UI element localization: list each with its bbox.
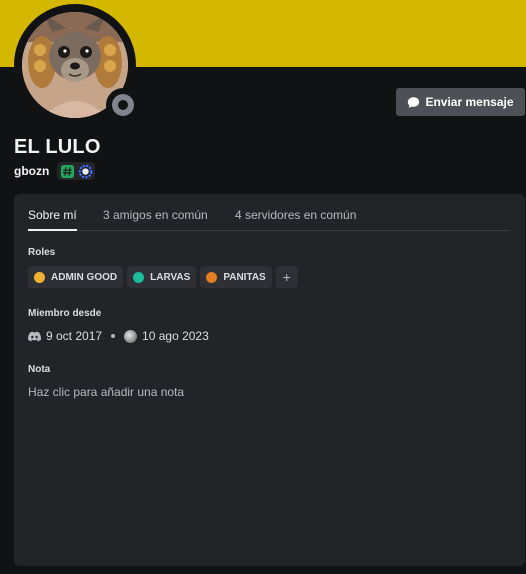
display-name: EL LULO — [14, 136, 101, 158]
speech-bubble-icon — [408, 96, 420, 108]
role-label: PANITAS — [223, 271, 266, 283]
member-since-row: 9 oct 2017 10 ago 2023 — [28, 327, 209, 345]
role-color-dot — [206, 271, 218, 283]
boost-icon — [78, 164, 93, 178]
role-label: LARVAS — [150, 271, 191, 283]
hashtag-icon — [60, 164, 74, 178]
tab-mutual-friends[interactable]: 3 amigos en común — [103, 208, 208, 231]
role-label: ADMIN GOOD — [51, 271, 118, 283]
tab-about-me[interactable]: Sobre mí — [28, 208, 77, 231]
add-role-button[interactable]: + — [275, 266, 298, 288]
send-message-button[interactable]: Enviar mensaje — [396, 88, 525, 116]
username: gbozn — [14, 164, 50, 178]
profile-tabs: Sobre mí 3 amigos en común 4 servidores … — [28, 194, 510, 231]
hashtag-badge[interactable] — [59, 163, 75, 179]
roles-list: ADMIN GOOD LARVAS PANITAS + — [28, 266, 298, 288]
member-since-title: Miembro desde — [28, 308, 102, 319]
note-input[interactable]: Haz clic para añadir una nota — [28, 385, 184, 399]
discord-join-date: 9 oct 2017 — [46, 329, 103, 343]
role-color-dot — [133, 271, 145, 283]
role-larvas[interactable]: LARVAS — [127, 266, 197, 288]
roles-title: Roles — [28, 247, 56, 258]
role-admin-good[interactable]: ADMIN GOOD — [28, 266, 124, 288]
tab-mutual-servers[interactable]: 4 servidores en común — [235, 208, 356, 231]
badge-list — [57, 162, 96, 180]
username-row: gbozn — [14, 162, 96, 180]
nitro-boost-badge[interactable] — [77, 163, 93, 179]
role-color-dot — [34, 271, 45, 283]
avatar-frame — [14, 4, 140, 126]
server-join-date: 10 ago 2023 — [142, 329, 209, 343]
status-indicator — [106, 88, 140, 122]
note-title: Nota — [28, 364, 51, 375]
server-icon — [124, 329, 138, 343]
send-message-label: Enviar mensaje — [425, 95, 514, 109]
role-panitas[interactable]: PANITAS — [200, 266, 272, 288]
discord-logo-icon — [28, 331, 41, 341]
status-offline-icon — [112, 94, 134, 116]
profile-info-card: Sobre mí 3 amigos en común 4 servidores … — [14, 194, 525, 566]
separator-dot — [111, 334, 116, 338]
